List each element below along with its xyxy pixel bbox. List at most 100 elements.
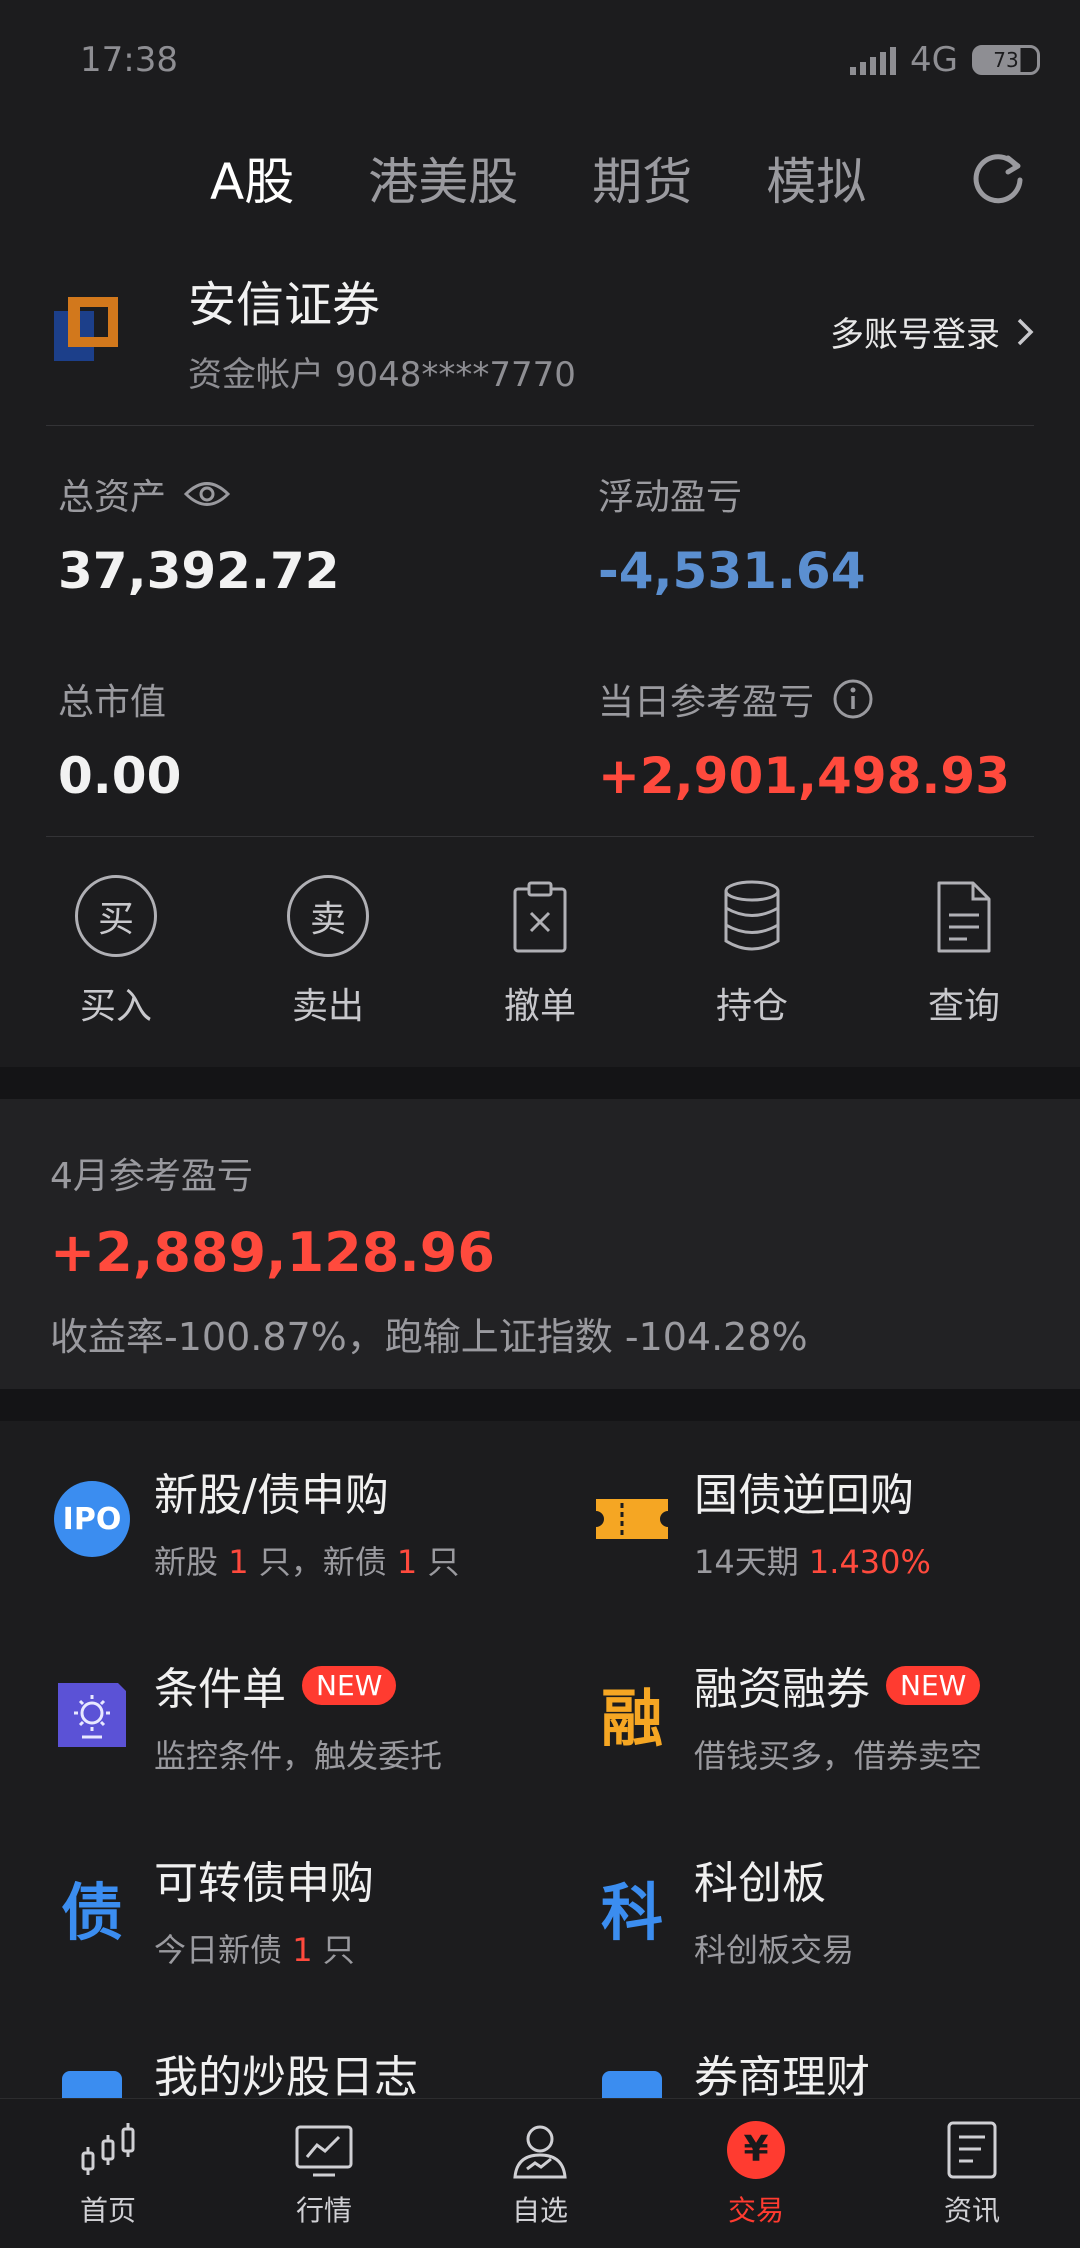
floating-pl-value: -4,531.64 (598, 542, 866, 600)
total-assets-label: 总资产 (58, 477, 167, 518)
news-icon (947, 2121, 997, 2178)
conditional-order-subtitle: 监控条件，触发委托 (154, 1737, 443, 1775)
total-assets: 总资产 37,392.72 (58, 426, 598, 631)
sell-label: 卖出 (291, 986, 364, 1027)
monthly-pl-value: +2,889,128.96 (50, 1221, 495, 1284)
nav-watchlist-label: 自选 (511, 2193, 568, 2227)
conditional-order-icon (58, 1683, 126, 1747)
monthly-pl-label: 4月参考盈亏 (50, 1156, 253, 1197)
margin-subtitle: 借钱买多，借券卖空 (694, 1737, 983, 1775)
nav-market[interactable]: 行情 (234, 2119, 414, 2229)
bond-subtitle: 今日新债 1 只 (154, 1931, 355, 1969)
margin-title: 融资融券 (694, 1664, 870, 1715)
query-label: 查询 (927, 986, 1000, 1027)
ipo-subtitle: 新股 1 只，新债 1 只 (154, 1543, 460, 1581)
star-market-title: 科创板 (694, 1858, 826, 1909)
total-assets-value: 37,392.72 (58, 542, 340, 600)
new-badge: NEW (886, 1665, 981, 1705)
sell-button[interactable]: 卖 卖出 (253, 875, 403, 1029)
margin-trading-item[interactable]: 融 融资融券 NEW 借钱买多，借券卖空 (540, 1653, 1080, 1847)
tab-a-shares[interactable]: A股 (210, 142, 294, 214)
status-time: 17:38 (80, 40, 178, 80)
tab-hk-us[interactable]: 港美股 (368, 142, 518, 214)
convertible-bond-item[interactable]: 债 可转债申购 今日新债 1 只 (0, 1847, 540, 2041)
margin-icon: 融 (600, 1682, 663, 1755)
eye-icon[interactable] (184, 479, 231, 509)
floating-pl-label: 浮动盈亏 (598, 477, 743, 518)
nav-news[interactable]: 资讯 (882, 2119, 1062, 2229)
network-label: 4G (910, 40, 958, 80)
ipo-subscription-item[interactable]: IPO 新股/债申购 新股 1 只，新债 1 只 (0, 1459, 540, 1653)
sell-icon: 卖 (287, 875, 369, 957)
cancel-order-label: 撤单 (503, 986, 576, 1027)
market-value: 总市值 0.00 (58, 631, 598, 836)
section-gap (0, 1389, 1080, 1421)
status-indicators: 4G 73 (850, 40, 1040, 80)
ipo-icon: IPO (54, 1481, 130, 1557)
wealth-title: 券商理财 (694, 2052, 870, 2103)
bottom-nav: 首页 行情 自选 ¥ 交易 资讯 (0, 2098, 1080, 2248)
floating-pl: 浮动盈亏 -4,531.64 (598, 426, 1080, 631)
refresh-icon[interactable] (968, 148, 1028, 208)
query-button[interactable]: 查询 (889, 875, 1039, 1029)
nav-trade-label: 交易 (727, 2193, 784, 2227)
multi-login-label: 多账号登录 (830, 315, 1000, 355)
tab-simulation[interactable]: 模拟 (766, 142, 866, 214)
tab-futures[interactable]: 期货 (592, 142, 692, 214)
nav-trade[interactable]: ¥ 交易 (666, 2119, 846, 2229)
journal-title: 我的炒股日志 (154, 2052, 418, 2103)
cancel-order-button[interactable]: 撤单 (465, 875, 615, 1029)
market-tabs: A股 港美股 期货 模拟 (0, 120, 1080, 235)
positions-label: 持仓 (715, 986, 788, 1027)
buy-label: 买入 (79, 986, 152, 1027)
chevron-right-icon (1017, 318, 1034, 345)
nav-market-label: 行情 (295, 2193, 352, 2227)
treasury-repo-item[interactable]: 国债逆回购 14天期 1.430% (540, 1459, 1080, 1653)
ticket-icon (596, 1499, 668, 1539)
positions-button[interactable]: 持仓 (677, 875, 827, 1029)
section-gap (0, 1067, 1080, 1099)
bond-icon: 债 (60, 1876, 123, 1949)
document-icon (937, 881, 991, 953)
star-market-item[interactable]: 科 科创板 科创板交易 (540, 1847, 1080, 2041)
new-badge: NEW (302, 1665, 397, 1705)
broker-header: 安信证券 资金帐户 9048****7770 多账号登录 (0, 235, 1080, 425)
monthly-pl-card[interactable]: 4月参考盈亏 +2,889,128.96 收益率-100.87%，跑输上证指数 … (0, 1099, 1080, 1389)
status-bar: 17:38 4G 73 (0, 0, 1080, 120)
signal-icon (850, 45, 897, 75)
ipo-title: 新股/债申购 (154, 1470, 389, 1521)
multi-account-login-link[interactable]: 多账号登录 (830, 307, 1034, 356)
nav-watchlist[interactable]: 自选 (450, 2119, 630, 2229)
daily-pl: 当日参考盈亏 +2,901,498.93 (598, 631, 1080, 836)
repo-subtitle: 14天期 1.430% (694, 1543, 931, 1581)
repo-title: 国债逆回购 (694, 1470, 914, 1521)
yen-icon: ¥ (727, 2120, 785, 2179)
broker-logo (54, 297, 120, 363)
asset-stats: 总资产 37,392.72 浮动盈亏 -4,531.64 总市值 0.00 当日… (0, 426, 1080, 836)
daily-pl-value: +2,901,498.93 (598, 747, 1010, 805)
daily-pl-label: 当日参考盈亏 (598, 682, 815, 723)
trade-actions: 买 买入 卖 卖出 撤单 持仓 查询 (0, 837, 1080, 1067)
account-number: 资金帐户 9048****7770 (188, 354, 576, 395)
battery-level: 73 (993, 48, 1019, 72)
conditional-order-title: 条件单 (154, 1664, 286, 1715)
star-market-subtitle: 科创板交易 (694, 1931, 855, 1969)
buy-button[interactable]: 买 买入 (41, 875, 191, 1029)
bond-title: 可转债申购 (154, 1858, 374, 1909)
monthly-return-note: 收益率-100.87%，跑输上证指数 -104.28% (50, 1315, 808, 1359)
chart-icon (295, 2125, 353, 2176)
star-market-icon: 科 (600, 1876, 663, 1949)
market-value-label: 总市值 (58, 682, 167, 723)
nav-home[interactable]: 首页 (18, 2119, 198, 2229)
clipboard-cancel-icon (513, 881, 567, 953)
info-icon[interactable] (832, 678, 874, 720)
nav-home-label: 首页 (79, 2193, 136, 2227)
database-icon (724, 880, 780, 951)
conditional-order-item[interactable]: 条件单 NEW 监控条件，触发委托 (0, 1653, 540, 1847)
broker-name: 安信证券 (188, 276, 381, 333)
nav-news-label: 资讯 (943, 2193, 1000, 2227)
candlestick-icon (81, 2122, 135, 2175)
user-icon (513, 2125, 567, 2178)
buy-icon: 买 (75, 875, 157, 957)
market-value-value: 0.00 (58, 747, 182, 805)
